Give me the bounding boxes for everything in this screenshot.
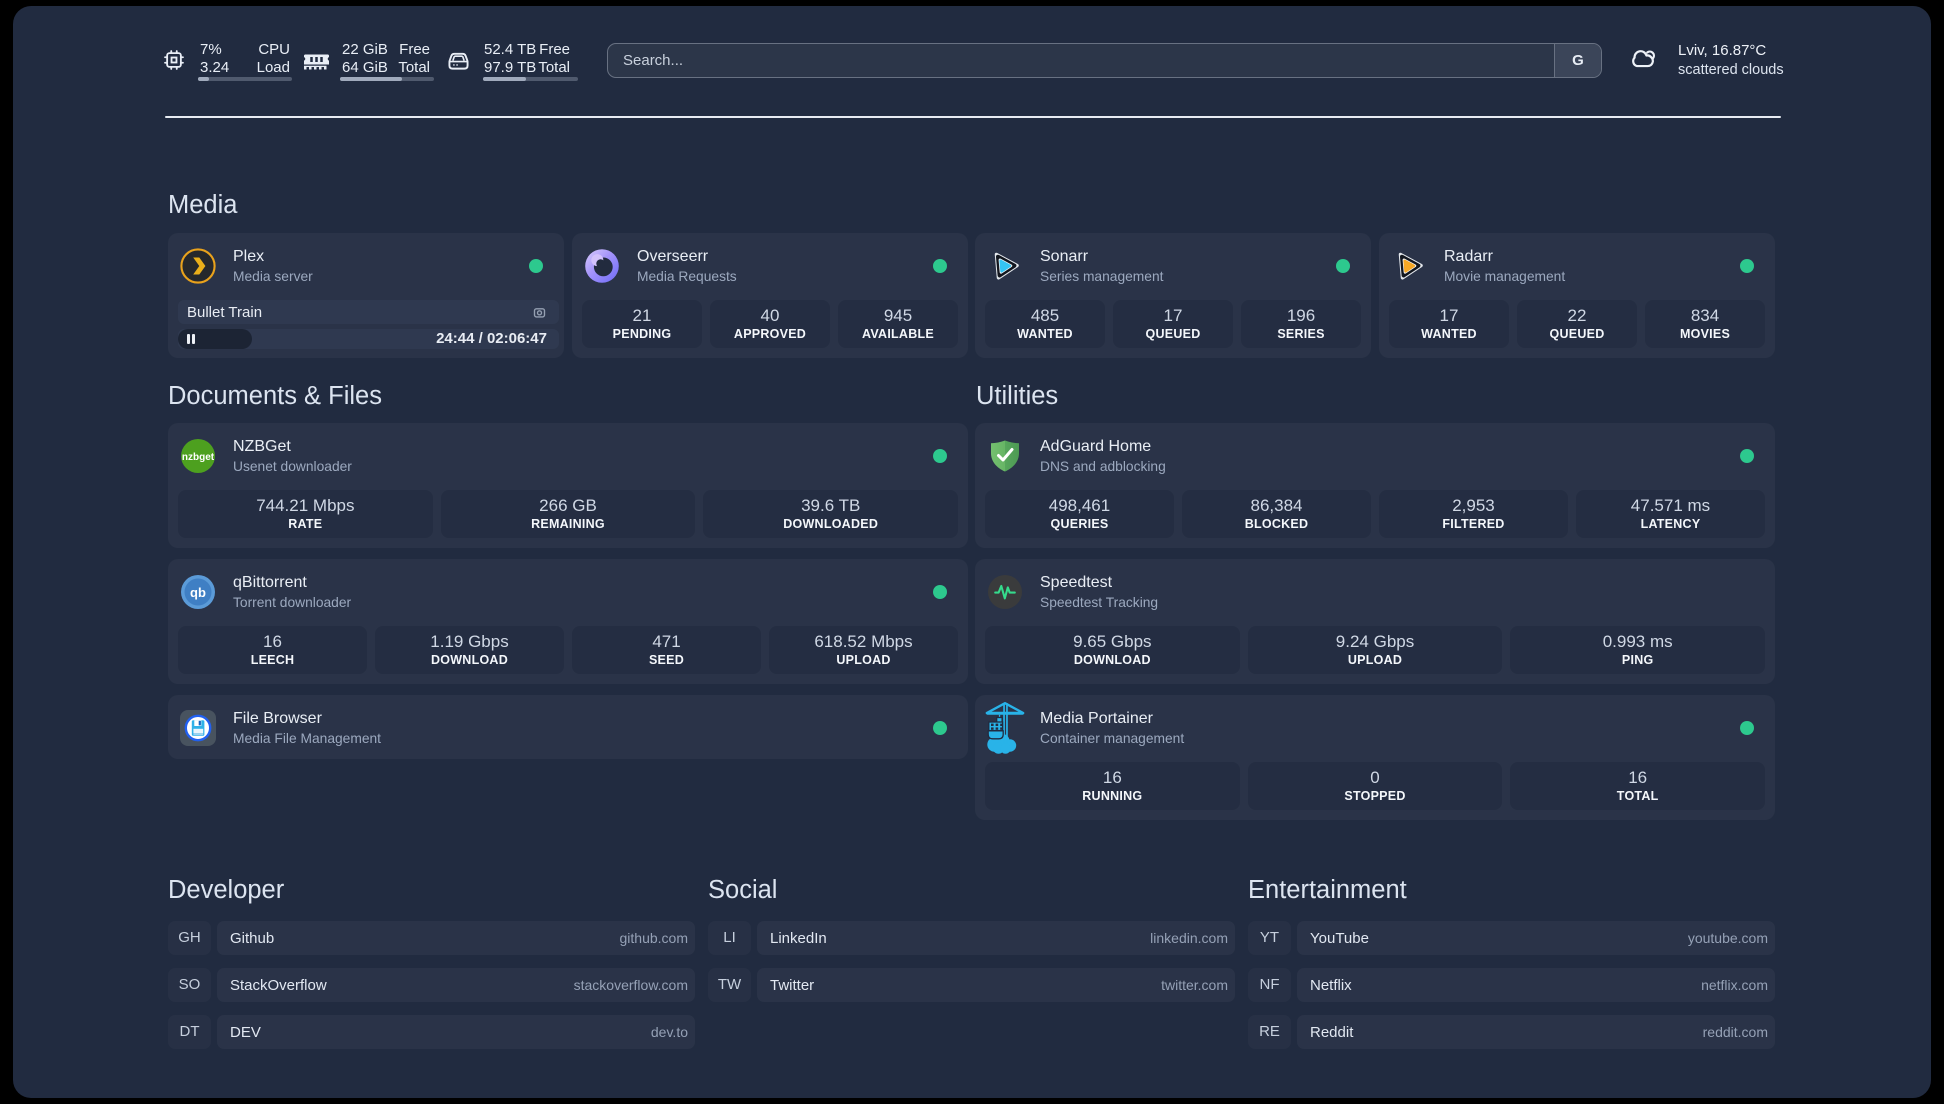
- svg-text:qb: qb: [190, 585, 206, 600]
- svg-text:nzbget: nzbget: [182, 452, 215, 463]
